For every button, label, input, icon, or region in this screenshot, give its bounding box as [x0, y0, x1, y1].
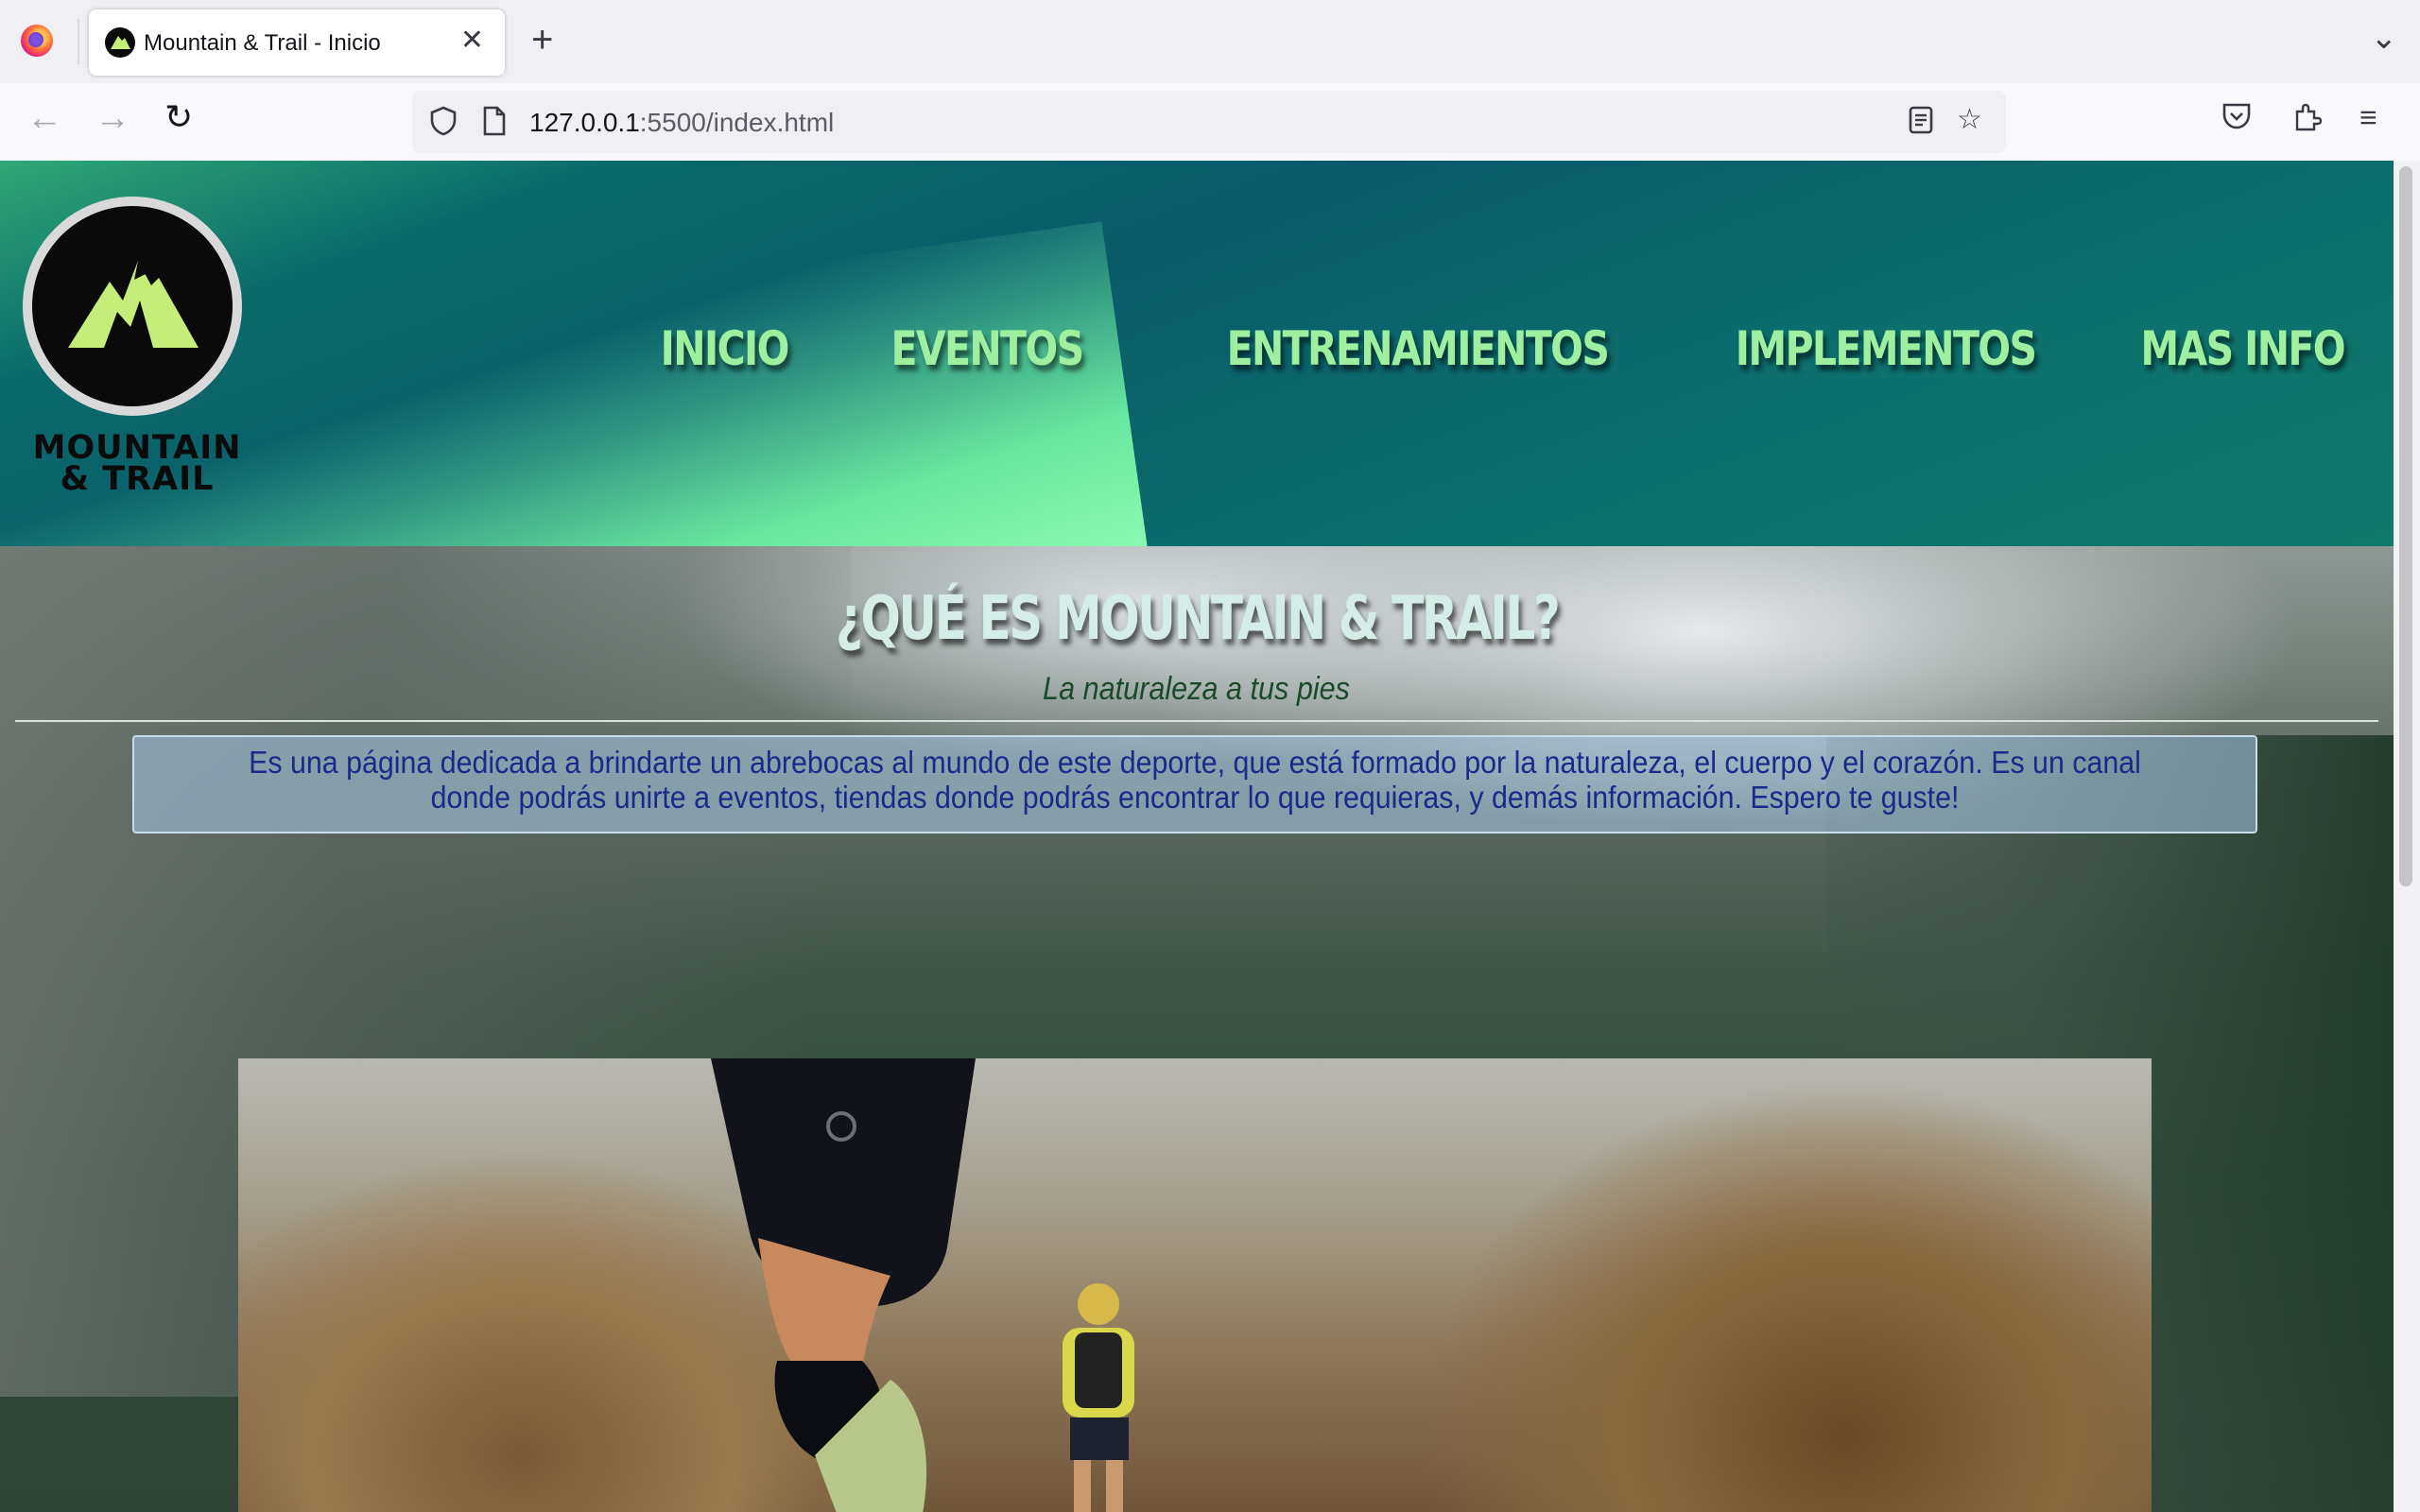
- web-page: MOUNTAIN & TRAIL INICIO EVENTOS ENTRENAM…: [0, 161, 2394, 1512]
- nav-link-inicio[interactable]: INICIO: [661, 321, 790, 376]
- reload-icon[interactable]: ↻: [164, 100, 193, 134]
- browser-tab-strip: Mountain & Trail - Inicio ✕ + ⌄: [0, 0, 2420, 83]
- shield-icon[interactable]: [429, 106, 458, 142]
- pocket-icon[interactable]: [2221, 102, 2252, 135]
- hero-subtitle: La naturaleza a tus pies: [1043, 671, 1351, 707]
- mountain-logo-icon: [68, 261, 199, 348]
- firefox-icon[interactable]: [21, 25, 53, 57]
- new-tab-icon[interactable]: +: [531, 21, 553, 59]
- site-header: MOUNTAIN & TRAIL INICIO EVENTOS ENTRENAM…: [0, 161, 2394, 546]
- hero-section: ¿QUÉ ES MOUNTAIN & TRAIL? La naturaleza …: [0, 546, 2394, 1512]
- hamburger-menu-icon[interactable]: ≡: [2360, 102, 2377, 132]
- trail-runner-photo: [238, 1058, 2152, 1512]
- scrollbar-thumb[interactable]: [2399, 166, 2412, 886]
- runner-legs-image: [711, 1058, 976, 1512]
- nav-link-mas-info[interactable]: MAS INFO: [2140, 321, 2345, 376]
- close-tab-icon[interactable]: ✕: [460, 26, 484, 55]
- site-logo[interactable]: MOUNTAIN & TRAIL: [19, 197, 255, 518]
- logo-wordmark: MOUNTAIN & TRAIL: [32, 429, 242, 498]
- browser-toolbar: ← → ↻ 127.0.0.1:5500/index.html ☆ ≡: [0, 83, 2420, 163]
- page-icon[interactable]: [482, 106, 507, 142]
- browser-tab-active[interactable]: Mountain & Trail - Inicio ✕: [89, 9, 505, 76]
- forward-arrow-icon[interactable]: →: [95, 100, 130, 136]
- bookmark-star-icon[interactable]: ☆: [1957, 106, 1982, 134]
- hero-title: ¿QUÉ ES MOUNTAIN & TRAIL?: [835, 584, 1561, 654]
- address-bar[interactable]: 127.0.0.1:5500/index.html ☆: [412, 91, 2006, 153]
- logo-badge: [23, 197, 242, 416]
- intro-text-box: Es una página dedicada a brindarte un ab…: [132, 735, 2257, 833]
- hero-divider: [15, 720, 2378, 722]
- back-arrow-icon[interactable]: ←: [26, 100, 62, 136]
- tab-title: Mountain & Trail - Inicio: [144, 30, 381, 56]
- nav-link-implementos[interactable]: IMPLEMENTOS: [1735, 321, 2036, 376]
- mountain-favicon-icon: [104, 26, 136, 59]
- chevron-down-icon[interactable]: ⌄: [2371, 19, 2398, 57]
- background-runner-image: [1063, 1283, 1134, 1512]
- nav-link-entrenamientos[interactable]: ENTRENAMIENTOS: [1227, 321, 1610, 376]
- extensions-puzzle-icon[interactable]: [2291, 102, 2323, 137]
- reader-view-icon[interactable]: [1908, 106, 1934, 140]
- tab-separator: [78, 19, 79, 64]
- url-text[interactable]: 127.0.0.1:5500/index.html: [529, 108, 834, 138]
- nav-link-eventos[interactable]: EVENTOS: [890, 321, 1084, 376]
- main-navigation: INICIO EVENTOS ENTRENAMIENTOS IMPLEMENTO…: [632, 321, 2346, 376]
